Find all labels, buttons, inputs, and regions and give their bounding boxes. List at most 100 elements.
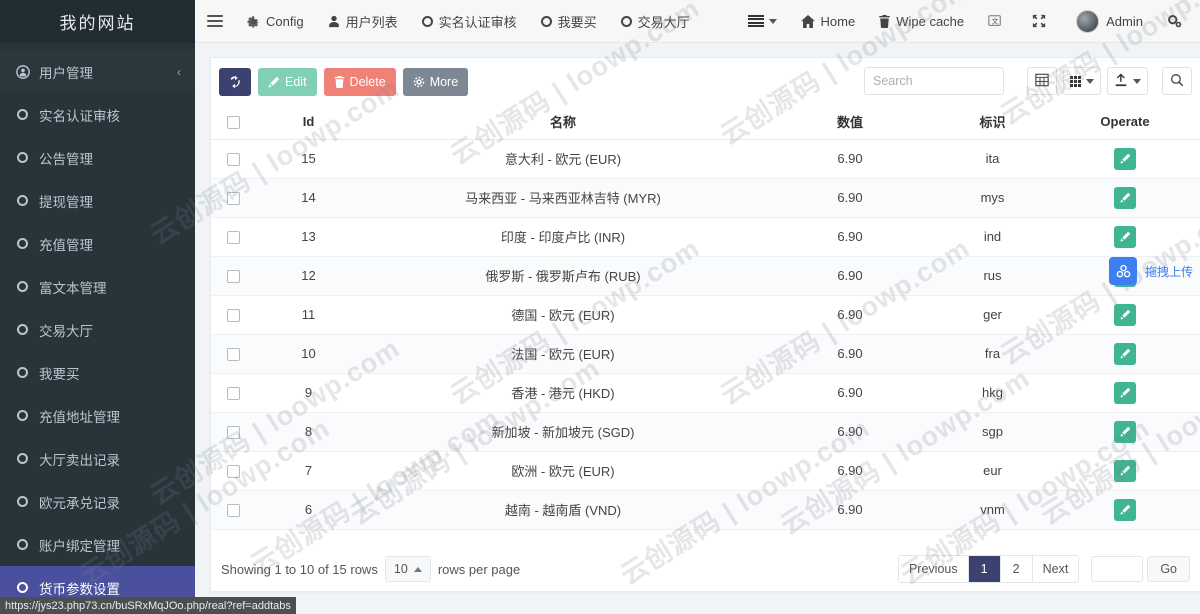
nav-home-button[interactable]: Home — [789, 0, 868, 43]
navbar-right: Home Wipe cache 文 Admin — [736, 0, 1200, 43]
tabs-dropdown-button[interactable] — [736, 0, 789, 43]
sidebar-item-6[interactable]: 交易大厅 — [0, 308, 195, 351]
table-row[interactable]: 8 新加坡 - 新加坡元 (SGD) 6.90 sgp — [211, 412, 1200, 452]
nav-tab-trade-hall-label: 交易大厅 — [637, 14, 690, 30]
edit-button[interactable]: Edit — [258, 67, 317, 96]
nav-tab-realname-audit[interactable]: 实名认证审核 — [410, 0, 529, 43]
nav-tab-trade-hall[interactable]: 交易大厅 — [609, 0, 702, 43]
cell-operate — [1050, 373, 1200, 413]
row-edit-button[interactable] — [1114, 225, 1136, 248]
nav-wipe-cache-button[interactable]: Wipe cache — [867, 0, 976, 43]
pager-page-1[interactable]: 1 — [968, 556, 1001, 582]
select-all-checkbox[interactable] — [227, 116, 240, 130]
col-header-tag[interactable]: 标识 — [935, 105, 1050, 140]
flag-icon: 文 — [988, 14, 1002, 28]
row-edit-button[interactable] — [1114, 147, 1136, 170]
more-button[interactable]: More — [402, 67, 469, 96]
nav-fullscreen-button[interactable] — [1020, 0, 1064, 43]
refresh-button[interactable] — [219, 67, 251, 96]
pager-next[interactable]: Next — [1032, 556, 1079, 582]
row-select-cell — [211, 412, 256, 452]
cell-tag: eur — [935, 451, 1050, 491]
avatar — [1076, 9, 1100, 33]
page-jump-go-button[interactable]: Go — [1147, 556, 1190, 582]
sidebar-toggle-button[interactable] — [195, 0, 235, 43]
edit-button-label: Edit — [285, 74, 307, 89]
row-checkbox[interactable] — [227, 387, 240, 401]
row-edit-button[interactable] — [1114, 420, 1136, 443]
table-row[interactable]: 14 马来西亚 - 马来西亚林吉特 (MYR) 6.90 mys — [211, 178, 1200, 218]
pager-page-2[interactable]: 2 — [1000, 556, 1033, 582]
cell-operate — [1050, 334, 1200, 374]
cell-operate — [1050, 295, 1200, 335]
sidebar-item-0[interactable]: 用户管理 ‹ — [0, 50, 195, 93]
col-header-id[interactable]: Id — [256, 105, 361, 140]
row-checkbox[interactable] — [227, 426, 240, 440]
sidebar-menu: 用户管理 ‹ 实名认证审核 公告管理提现管理充值管理 富文本管理 交易大厅 我要买 充值地址管… — [0, 43, 195, 609]
row-edit-button[interactable] — [1114, 459, 1136, 482]
search-input[interactable] — [864, 67, 1004, 95]
nav-language-button[interactable]: 文 — [976, 0, 1020, 43]
rows-per-page-select[interactable]: 10 — [384, 556, 431, 582]
browser-status-bar: https://jys23.php73.cn/buSRxMqJOo.php/re… — [0, 597, 296, 614]
table-row[interactable]: 7 欧洲 - 欧元 (EUR) 6.90 eur — [211, 451, 1200, 491]
row-checkbox[interactable] — [227, 231, 240, 245]
toggle-view-button[interactable] — [1027, 67, 1057, 95]
cell-operate — [1050, 139, 1200, 179]
nav-tab-config[interactable]: Config — [235, 0, 316, 43]
row-checkbox[interactable] — [227, 348, 240, 362]
sidebar-item-1[interactable]: 实名认证审核 — [0, 93, 195, 136]
table-row[interactable]: 10 法国 - 欧元 (EUR) 6.90 fra — [211, 334, 1200, 374]
columns-dropdown-button[interactable] — [1063, 67, 1101, 95]
table-row[interactable]: 11 德国 - 欧元 (EUR) 6.90 ger — [211, 295, 1200, 335]
row-checkbox[interactable] — [227, 153, 240, 167]
svg-text:文: 文 — [992, 17, 999, 26]
search-submit-button[interactable] — [1162, 67, 1192, 95]
circle-icon — [421, 15, 433, 27]
sidebar-item-4[interactable]: 充值管理 — [0, 222, 195, 265]
row-select-cell — [211, 256, 256, 296]
sidebar-item-5[interactable]: 富文本管理 — [0, 265, 195, 308]
sidebar-item-10[interactable]: 欧元承兑记录 — [0, 480, 195, 523]
drag-upload-widget[interactable]: 拖拽上传 — [1109, 257, 1193, 285]
row-checkbox[interactable] — [227, 465, 240, 479]
pager-previous[interactable]: Previous — [898, 556, 969, 582]
cell-id: 14 — [256, 178, 361, 218]
cell-value: 6.90 — [765, 490, 935, 530]
sidebar-item-11[interactable]: 账户绑定管理 — [0, 523, 195, 566]
row-checkbox[interactable] — [227, 504, 240, 518]
nav-tab-buy[interactable]: 我要买 — [529, 0, 609, 43]
table-row[interactable]: 9 香港 - 港元 (HKD) 6.90 hkg — [211, 373, 1200, 413]
drag-upload-label: 拖拽上传 — [1145, 264, 1194, 279]
nav-tab-user-list[interactable]: 用户列表 — [316, 0, 410, 43]
row-edit-button[interactable] — [1114, 186, 1136, 209]
col-header-value[interactable]: 数值 — [765, 105, 935, 140]
col-header-name[interactable]: 名称 — [361, 105, 765, 140]
row-checkbox[interactable] — [227, 192, 240, 206]
sidebar-item-7[interactable]: 我要买 — [0, 351, 195, 394]
sidebar-item-3[interactable]: 提现管理 — [0, 179, 195, 222]
table-row[interactable]: 13 印度 - 印度卢比 (INR) 6.90 ind — [211, 217, 1200, 257]
sidebar-item-2[interactable]: 公告管理 — [0, 136, 195, 179]
sidebar-item-9[interactable]: 大厅卖出记录 — [0, 437, 195, 480]
export-dropdown-button[interactable] — [1107, 67, 1148, 95]
nav-user-menu[interactable]: Admin — [1064, 0, 1155, 43]
sidebar-item-label: 提现管理 — [39, 194, 93, 210]
table-row[interactable]: 15 意大利 - 欧元 (EUR) 6.90 ita — [211, 139, 1200, 179]
cell-id: 7 — [256, 451, 361, 491]
sidebar-item-8[interactable]: 充值地址管理 — [0, 394, 195, 437]
delete-button[interactable]: Delete — [323, 67, 396, 96]
nav-settings-button[interactable] — [1155, 0, 1200, 43]
row-edit-button[interactable] — [1114, 342, 1136, 365]
row-checkbox[interactable] — [227, 309, 240, 323]
table-row[interactable]: 12 俄罗斯 - 俄罗斯卢布 (RUB) 6.90 rus — [211, 256, 1200, 296]
row-edit-button[interactable] — [1114, 498, 1136, 521]
table-container: Id 名称 数值 标识 Operate 15 意大利 - 欧元 (EUR) 6.90… — [211, 105, 1200, 547]
cell-tag: rus — [935, 256, 1050, 296]
row-checkbox[interactable] — [227, 270, 240, 284]
table-row[interactable]: 6 越南 - 越南盾 (VND) 6.90 vnm — [211, 490, 1200, 530]
row-edit-button[interactable] — [1114, 381, 1136, 404]
row-edit-button[interactable] — [1114, 303, 1136, 326]
cell-name: 俄罗斯 - 俄罗斯卢布 (RUB) — [361, 256, 765, 296]
page-jump-input[interactable] — [1091, 556, 1144, 582]
